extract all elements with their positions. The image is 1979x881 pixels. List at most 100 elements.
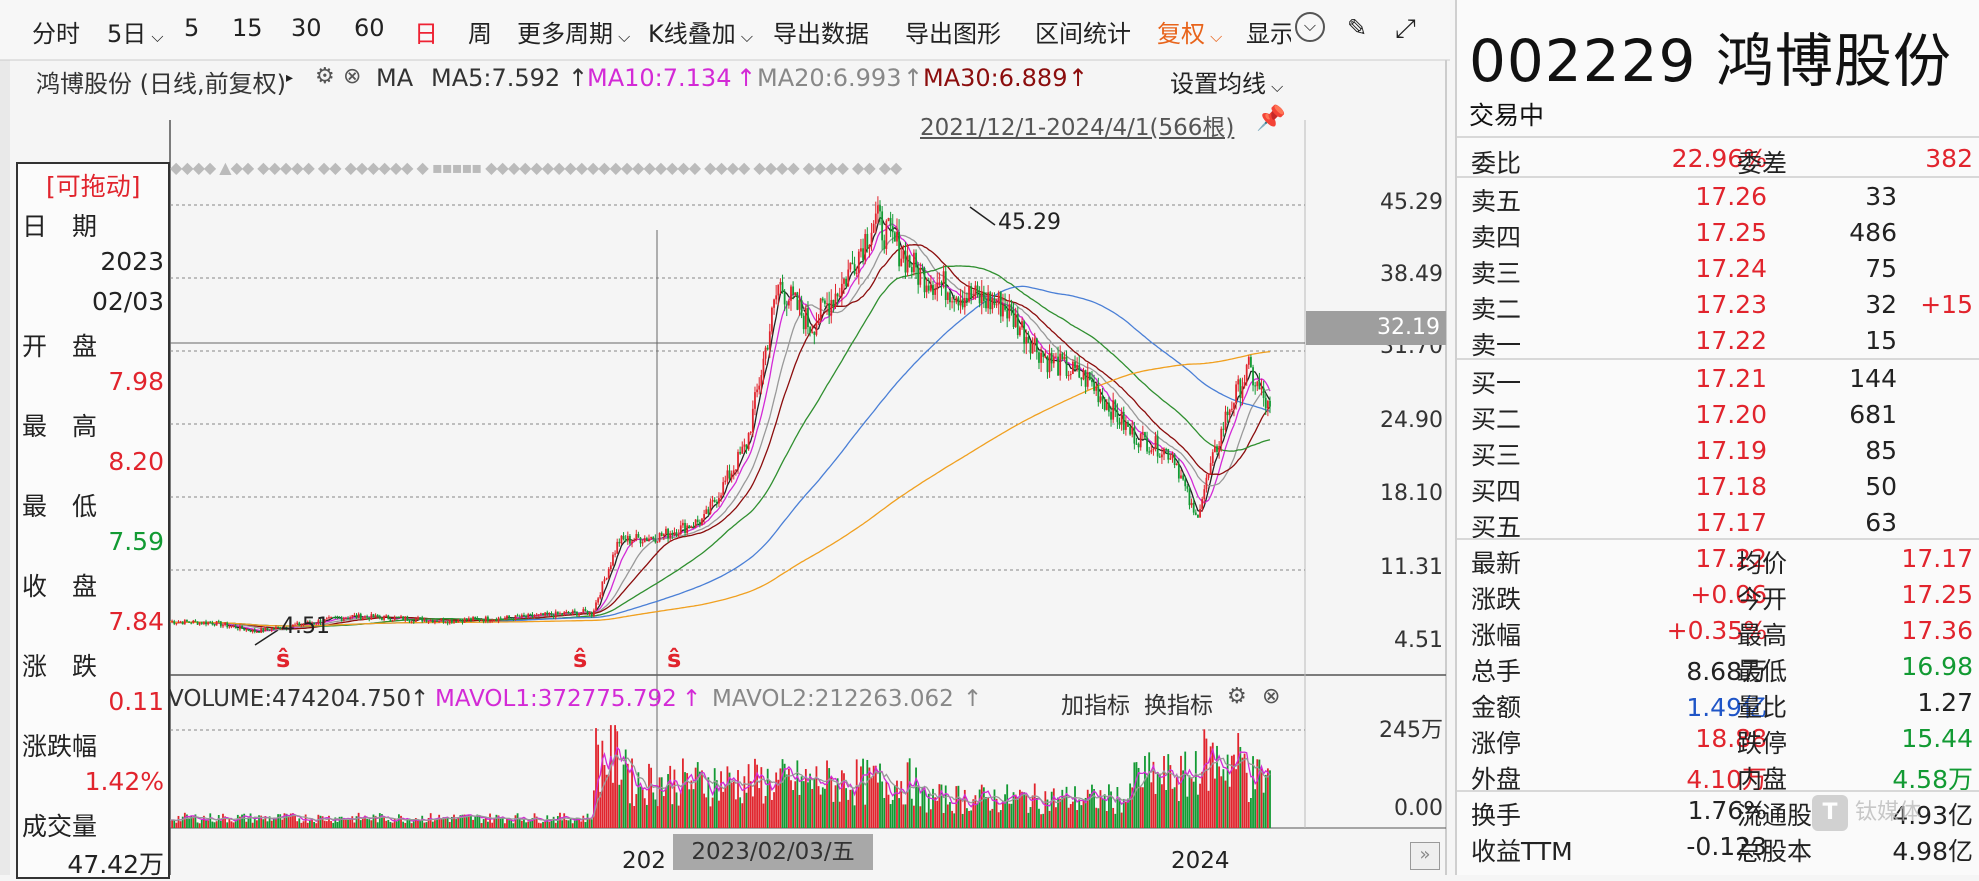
candle-body: [1031, 343, 1034, 354]
buy-row[interactable]: 买一 17.21 144: [1457, 360, 1979, 398]
volume-bar: [1188, 775, 1191, 828]
candle-body: [355, 614, 358, 618]
candle-body: [660, 532, 663, 537]
volume-bar: [936, 800, 939, 828]
volume-bar: [641, 787, 644, 828]
candle-body: [1247, 357, 1250, 365]
candle-body: [669, 533, 672, 539]
candle-body: [1209, 463, 1212, 474]
candle-body: [673, 532, 676, 536]
sell-row[interactable]: 卖二 17.23 32 +15: [1457, 286, 1979, 324]
volume-bar: [434, 820, 436, 828]
volume-bar: [902, 804, 905, 828]
volume-bar: [376, 822, 379, 828]
volume-bar: [612, 782, 614, 828]
buy-row[interactable]: 买五 17.17 63: [1457, 504, 1979, 542]
volume-bar: [1071, 801, 1074, 828]
volume-bar: [677, 805, 680, 828]
candle-body: [817, 320, 820, 324]
candle-body: [255, 631, 258, 633]
candle-body: [836, 293, 839, 297]
stat-label: 最低: [1737, 657, 1788, 686]
candle-body: [851, 262, 854, 265]
buy-row[interactable]: 买二 17.20 681: [1457, 396, 1979, 434]
volume-bar: [669, 765, 672, 828]
volume-bar: [1006, 784, 1009, 828]
candle-body: [1256, 381, 1259, 387]
sell-row[interactable]: 卖四 17.25 486: [1457, 214, 1979, 252]
crosshair-info-panel[interactable]: [可拖动] 日 期 2023 02/03 开 盘 7.98 最 高 8.20 最…: [16, 162, 170, 879]
watermark-text: 钛媒体: [1855, 800, 1922, 825]
volume-bar: [281, 819, 284, 828]
volume-bar: [883, 797, 886, 828]
volume-bar: [696, 762, 699, 828]
candle-body: [701, 518, 703, 525]
volume-bar: [361, 817, 364, 828]
volume-bar: [942, 812, 945, 828]
buy-row[interactable]: 买三 17.19 85: [1457, 432, 1979, 470]
candle-body: [745, 444, 748, 450]
candle-body: [1046, 356, 1049, 373]
candle-body: [400, 616, 402, 618]
candle-body: [1097, 386, 1100, 403]
candle-body: [1194, 512, 1197, 515]
candle-body: [179, 621, 182, 623]
volume-bar: [807, 782, 809, 828]
candle-body: [881, 211, 884, 241]
candle-body: [491, 620, 494, 622]
volume-bar: [768, 780, 771, 828]
buy-row[interactable]: 买四 17.18 50: [1457, 468, 1979, 506]
sell-row[interactable]: 卖一 17.22 15: [1457, 322, 1979, 360]
stat-label: 量比: [1737, 693, 1788, 722]
volume-bar: [211, 821, 214, 828]
volume-bar: [726, 766, 729, 828]
candle-body: [749, 431, 752, 434]
candle-body: [900, 258, 903, 267]
candle-body: [260, 628, 263, 633]
volume-bar: [633, 805, 636, 828]
volume-bar: [739, 797, 742, 828]
stock-code-name: 002229 鸿博股份: [1469, 27, 1952, 95]
volume-bar: [864, 804, 867, 828]
candle-body: [194, 620, 197, 622]
volume-bar: [423, 822, 426, 828]
candle-body: [898, 231, 900, 267]
candle-body: [450, 619, 453, 623]
candle-body: [1091, 379, 1093, 383]
volume-bar: [824, 788, 826, 828]
drag-hint[interactable]: [可拖动]: [46, 167, 141, 203]
s-marker-icon[interactable]: ŝ: [276, 645, 290, 673]
candle-body: [944, 271, 947, 301]
stat-label: 换手: [1471, 801, 1522, 830]
candle-body: [940, 282, 943, 284]
candle-body: [499, 617, 502, 619]
volume-bar: [787, 768, 790, 828]
date-mmdd: 02/03: [91, 287, 164, 316]
kline-chart[interactable]: [0, 0, 1450, 875]
volume-bar: [556, 816, 559, 828]
candle-body: [417, 617, 419, 619]
add-indicator-button[interactable]: 加指标: [1061, 686, 1130, 720]
scroll-right-button[interactable]: »: [1410, 842, 1440, 870]
volume-bar: [323, 820, 326, 828]
candle-body: [476, 618, 479, 620]
sell-row[interactable]: 卖五 17.26 33: [1457, 178, 1979, 216]
candle-body: [741, 446, 744, 454]
candle-body: [603, 579, 606, 582]
close-icon[interactable]: ⊗: [1262, 684, 1280, 709]
candle-body: [1042, 352, 1045, 357]
s-marker-icon[interactable]: ŝ: [667, 645, 681, 673]
volume-bar: [764, 795, 767, 828]
sell-row[interactable]: 卖三 17.24 75: [1457, 250, 1979, 288]
event-markers-strip[interactable]: ◆◆◆◆ ▲◆◆ ◆◆◆◆◆ ◆◆ ◆◆◆◆◆◆ ◆ ▪▪▪▪▪ ◆◆◆◆◆◆◆…: [170, 158, 1280, 176]
switch-indicator-button[interactable]: 换指标: [1144, 686, 1213, 720]
candle-body: [599, 594, 602, 599]
s-marker-icon[interactable]: ŝ: [573, 645, 587, 673]
candle-body: [1052, 357, 1055, 364]
candle-body: [809, 327, 811, 333]
volume-bar: [893, 785, 896, 828]
candle-body: [506, 615, 508, 618]
volume-bar: [410, 823, 413, 828]
gear-icon[interactable]: ⚙: [1227, 684, 1247, 709]
volume-bar: [758, 788, 761, 828]
